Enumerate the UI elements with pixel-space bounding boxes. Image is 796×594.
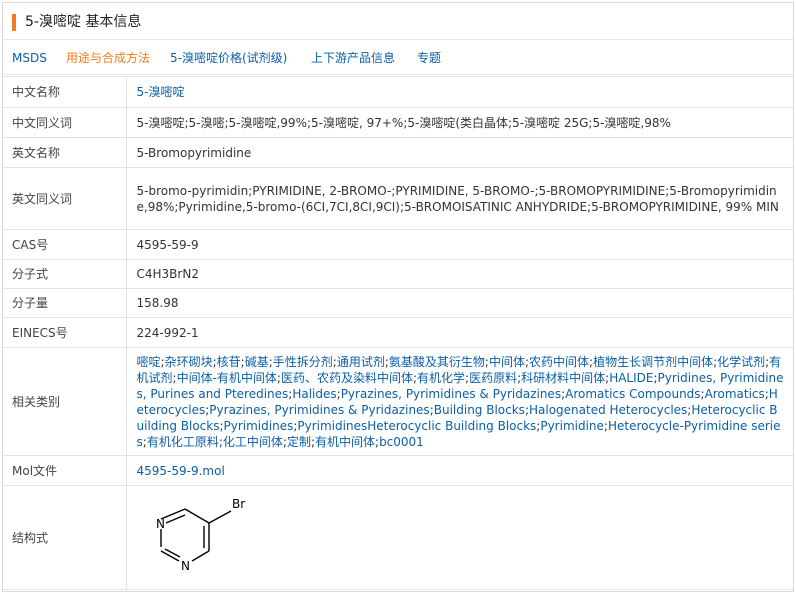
category-link[interactable]: Halides [292, 387, 336, 401]
category-link[interactable]: 有机中间体 [315, 435, 375, 449]
category-link[interactable]: 科研材料中间体 [521, 371, 605, 385]
tab-bar: MSDS 用途与合成方法 5-溴嘧啶价格(试剂级) 上下游产品信息 专题 [3, 41, 793, 75]
table-row: EINECS号 224-992-1 [3, 317, 793, 348]
row-label: 分子量 [3, 288, 127, 318]
category-link[interactable]: 氨基酸及其衍生物 [389, 355, 485, 369]
category-link[interactable]: 农药中间体 [529, 355, 589, 369]
row-label: 英文名称 [3, 137, 127, 168]
bromine-atom-label: Br [232, 497, 245, 511]
category-link[interactable]: PyrimidinesHeterocyclic Building Blocks [297, 419, 536, 433]
row-label: Mol文件 [3, 455, 127, 486]
category-link[interactable]: bc0001 [379, 435, 424, 449]
category-link[interactable]: 医药、农药及染料中间体 [281, 371, 413, 385]
category-link[interactable]: 手性拆分剂 [273, 355, 333, 369]
panel-header: 5-溴嘧啶 基本信息 [3, 3, 793, 40]
tab-upstream-downstream[interactable]: 上下游产品信息 [311, 50, 395, 66]
structure-cell: Br N N [125, 485, 793, 590]
category-link[interactable]: 有机化学 [417, 371, 465, 385]
category-link[interactable]: 嘧啶 [137, 355, 161, 369]
title-accent-bar [12, 14, 16, 31]
category-link[interactable]: Pyrimidine [540, 419, 604, 433]
page-title: 5-溴嘧啶 基本信息 [25, 14, 142, 30]
table-row: 分子式 C4H3BrN2 [3, 259, 793, 289]
category-link[interactable]: 有机化工原料 [147, 435, 219, 449]
molecular-weight-value: 158.98 [125, 288, 793, 318]
category-link[interactable]: Aromatics Compounds [565, 387, 700, 401]
category-link[interactable]: 定制 [287, 435, 311, 449]
row-label: 中文名称 [3, 76, 127, 108]
row-label: 相关类别 [3, 347, 127, 456]
structure-formula-image: Br N N [156, 497, 245, 573]
category-link[interactable]: 通用试剂 [337, 355, 385, 369]
mol-file-link[interactable]: 4595-59-9.mol [125, 455, 793, 486]
table-row: 结构式 Br N N [3, 485, 793, 590]
cas-number-value: 4595-59-9 [125, 229, 793, 260]
category-link[interactable]: Building Blocks [434, 403, 525, 417]
tab-msds[interactable]: MSDS [12, 50, 47, 66]
nitrogen-atom-label: N [156, 517, 165, 531]
category-link[interactable]: 化学试剂 [717, 355, 765, 369]
english-synonyms-value: 5-bromo-pyrimidin;PYRIMIDINE, 2-BROMO-;P… [125, 167, 793, 230]
category-link[interactable]: 化工中间体 [223, 435, 283, 449]
table-row: 分子量 158.98 [3, 288, 793, 318]
table-row: 英文名称 5-Bromopyrimidine [3, 137, 793, 168]
row-label: EINECS号 [3, 317, 127, 348]
category-link[interactable]: 医药原料 [469, 371, 517, 385]
table-row: 相关类别 嘧啶;杂环砌块;核苷;碱基;手性拆分剂;通用试剂;氨基酸及其衍生物;中… [3, 347, 793, 456]
basic-info-panel: 5-溴嘧啶 基本信息 MSDS 用途与合成方法 5-溴嘧啶价格(试剂级) 上下游… [2, 2, 794, 592]
nitrogen-atom-label: N [181, 559, 190, 573]
table-row: Mol文件 4595-59-9.mol [3, 455, 793, 486]
category-link[interactable]: 中间体-有机中间体 [177, 371, 277, 385]
row-label: 分子式 [3, 259, 127, 289]
category-link[interactable]: 植物生长调节剂中间体 [593, 355, 713, 369]
category-link[interactable]: Halogenated Heterocycles [529, 403, 687, 417]
einecs-value: 224-992-1 [125, 317, 793, 348]
row-label: 中文同义词 [3, 107, 127, 138]
chinese-name-link[interactable]: 5-溴嘧啶 [125, 76, 793, 108]
chinese-synonyms-value: 5-溴嘧啶;5-溴嘧;5-溴嘧啶,99%;5-溴嘧啶, 97+%;5-溴嘧啶(类… [125, 107, 793, 138]
category-link[interactable]: Aromatics [705, 387, 765, 401]
table-row: 英文同义词 5-bromo-pyrimidin;PYRIMIDINE, 2-BR… [3, 167, 793, 230]
tab-reagent-price[interactable]: 5-溴嘧啶价格(试剂级) [170, 50, 287, 66]
table-row: 中文同义词 5-溴嘧啶;5-溴嘧;5-溴嘧啶,99%;5-溴嘧啶, 97+%;5… [3, 107, 793, 138]
category-link[interactable]: Pyrimidines [224, 419, 294, 433]
category-link[interactable]: 碱基 [245, 355, 269, 369]
row-label: 英文同义词 [3, 167, 127, 230]
tab-usage-synthesis[interactable]: 用途与合成方法 [66, 50, 150, 66]
table-row: CAS号 4595-59-9 [3, 229, 793, 260]
english-name-value: 5-Bromopyrimidine [125, 137, 793, 168]
table-row: 中文名称 5-溴嘧啶 [3, 76, 793, 108]
molecular-formula-value: C4H3BrN2 [125, 259, 793, 289]
category-link[interactable]: Pyrazines, Pyrimidines & Pyridazines [209, 403, 429, 417]
related-categories: 嘧啶;杂环砌块;核苷;碱基;手性拆分剂;通用试剂;氨基酸及其衍生物;中间体;农药… [125, 347, 793, 456]
category-link[interactable]: HALIDE [609, 371, 653, 385]
row-label: CAS号 [3, 229, 127, 260]
info-table: 中文名称 5-溴嘧啶 中文同义词 5-溴嘧啶;5-溴嘧;5-溴嘧啶,99%;5-… [3, 76, 793, 590]
row-label: 结构式 [3, 485, 127, 590]
category-link[interactable]: 杂环砌块 [165, 355, 213, 369]
category-link[interactable]: 核苷 [217, 355, 241, 369]
category-link[interactable]: 中间体 [489, 355, 525, 369]
category-link[interactable]: Pyrazines, Pyrimidines & Pyridazines [341, 387, 561, 401]
tab-topics[interactable]: 专题 [417, 50, 441, 66]
